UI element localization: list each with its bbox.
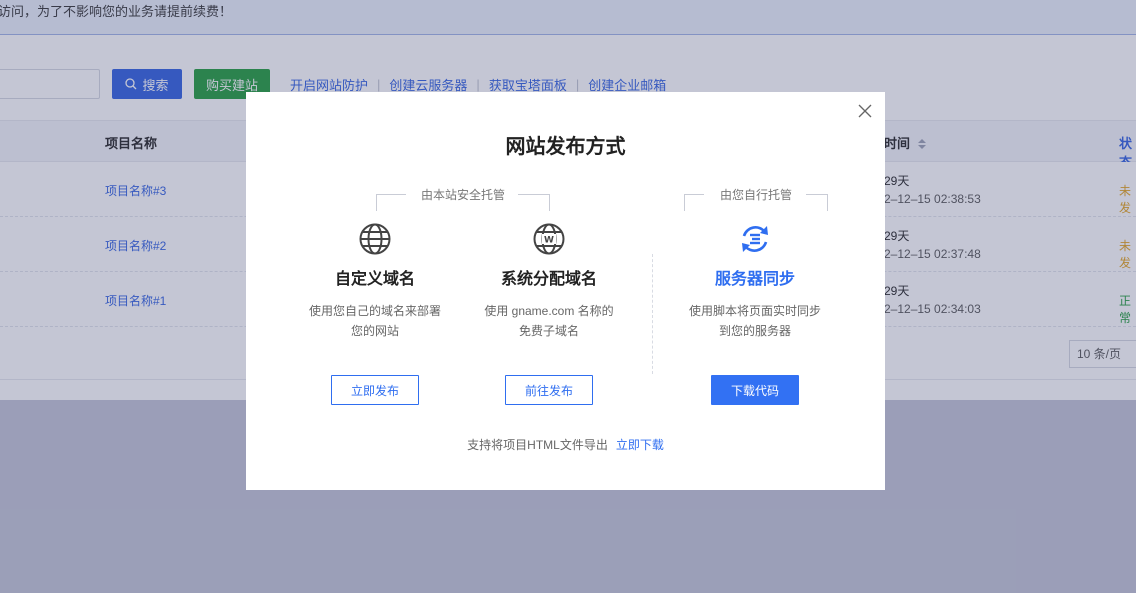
download-now-link[interactable]: 立即下载	[616, 438, 664, 452]
dialog-title: 网站发布方式	[505, 136, 626, 158]
option-name: 服务器同步	[714, 271, 795, 288]
option-description-line2: 您的网站	[350, 324, 399, 338]
globe-icon	[359, 223, 391, 255]
group-divider	[652, 254, 653, 374]
option-custom-domain: 自定义域名 使用您自己的域名来部署 您的网站 立即发布	[288, 222, 462, 405]
publish-now-button[interactable]: 立即发布	[331, 375, 419, 405]
group-label-self: 由您自行托管	[719, 188, 792, 202]
option-server-sync: 服务器同步 使用脚本将页面实时同步 到您的服务器 下载代码	[668, 222, 842, 405]
option-description-line1: 使用 gname.com 名称的	[484, 304, 614, 318]
export-note: 支持将项目HTML文件导出 立即下载	[246, 436, 885, 453]
group-label-hosted: 由本站安全托管	[420, 188, 505, 202]
svg-text:W: W	[544, 236, 554, 246]
close-icon[interactable]	[856, 102, 874, 120]
option-description-line2: 免费子域名	[518, 324, 579, 338]
option-description-line2: 到您的服务器	[718, 324, 791, 338]
option-description-line1: 使用脚本将页面实时同步	[688, 304, 821, 318]
option-name: 自定义域名	[334, 271, 415, 288]
publish-method-dialog: 网站发布方式 由本站安全托管 由您自行托管 自定义域名 使用您自己的域名来部署 …	[246, 92, 885, 490]
go-publish-button[interactable]: 前往发布	[505, 375, 593, 405]
option-description-line1: 使用您自己的域名来部署	[308, 304, 441, 318]
option-description: 使用 gname.com 名称的 免费子域名	[462, 301, 636, 341]
option-system-domain: W 系统分配域名 使用 gname.com 名称的 免费子域名 前往发布	[462, 222, 636, 405]
option-description: 使用脚本将页面实时同步 到您的服务器	[668, 301, 842, 341]
option-description: 使用您自己的域名来部署 您的网站	[288, 301, 462, 341]
option-name: 系统分配域名	[500, 271, 597, 288]
download-code-button[interactable]: 下载代码	[711, 375, 799, 405]
sync-icon	[742, 226, 768, 252]
export-note-text: 支持将项目HTML文件导出	[467, 438, 608, 452]
globe-w-icon: W	[533, 223, 565, 255]
